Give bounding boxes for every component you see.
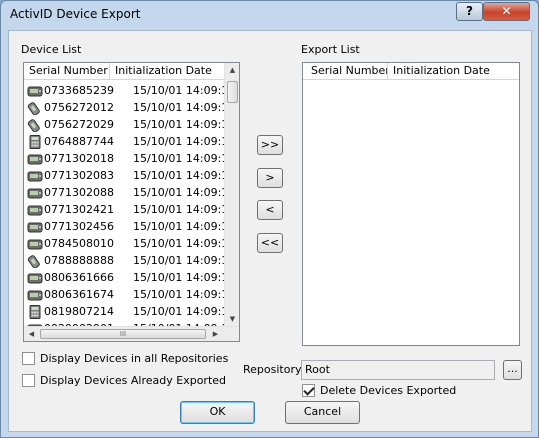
remove-all-button[interactable]: << (257, 233, 283, 253)
initialization-date-cell: 15/10/01 14:09:10 (133, 118, 236, 131)
export-list-header: Serial Number Initialization Date (303, 63, 519, 80)
calculator-token-icon (27, 304, 43, 319)
initialization-date-cell: 15/10/01 14:09:10 (133, 288, 236, 301)
initialization-date-cell: 15/10/01 14:09:10 (133, 84, 236, 97)
token-icon (27, 186, 43, 200)
initialization-date-cell: 15/10/01 14:09:10 (133, 237, 236, 250)
table-row[interactable]: 0756272029 15/10/01 14:09:10 (24, 116, 235, 133)
token-icon (27, 220, 43, 234)
initialization-date-cell: 15/10/01 14:09:10 (133, 186, 236, 199)
column-initialization-date[interactable]: Initialization Date (110, 63, 224, 80)
serial-number-cell: 0771302088 (44, 186, 114, 199)
table-row[interactable]: 0788888888 15/10/01 14:09:10 (24, 252, 235, 269)
column-serial-number[interactable]: Serial Number (24, 63, 110, 80)
serial-number-cell: 0806361674 (44, 288, 114, 301)
serial-number-cell: 0771302421 (44, 203, 114, 216)
token-icon (27, 288, 43, 302)
add-button[interactable]: > (257, 168, 283, 188)
remove-button[interactable]: < (257, 200, 283, 220)
serial-number-cell: 0784508010 (44, 237, 114, 250)
key-fob-icon (27, 118, 43, 132)
delete-exported-label: Delete Devices Exported (320, 384, 457, 397)
column-serial-number[interactable]: Serial Number (303, 63, 388, 80)
initialization-date-cell: 15/10/01 14:09:10 (133, 101, 236, 114)
device-list-label: Device List (21, 43, 82, 56)
table-row[interactable]: 0806361674 15/10/01 14:09:10 (24, 286, 235, 303)
add-all-button[interactable]: >> (257, 135, 283, 155)
initialization-date-cell: 15/10/01 14:09:10 (133, 203, 236, 216)
token-icon (27, 237, 43, 251)
serial-number-cell: 0819807214 (44, 305, 114, 318)
table-row[interactable]: 0771302083 15/10/01 14:09:10 (24, 167, 235, 184)
initialization-date-cell: 15/10/01 14:09:10 (133, 254, 236, 267)
token-icon (27, 169, 43, 183)
serial-number-cell: 0756272012 (44, 101, 114, 114)
cancel-button[interactable]: Cancel (285, 401, 360, 424)
help-button[interactable]: ? (456, 2, 483, 21)
dialog-client: Device List Serial Number Initialization… (8, 30, 532, 432)
serial-number-cell: 0771302456 (44, 220, 114, 233)
delete-exported-checkbox[interactable] (302, 384, 315, 397)
initialization-date-cell: 15/10/01 14:09:10 (133, 220, 236, 233)
key-fob-icon (27, 254, 43, 268)
hscroll-thumb[interactable]: III (40, 329, 206, 339)
close-button[interactable]: ✕ (483, 2, 530, 21)
device-list-hscrollbar[interactable]: ◀ III ▶ (24, 326, 239, 341)
table-row[interactable]: 0756272012 15/10/01 14:09:10 (24, 99, 235, 116)
device-list-vscrollbar[interactable]: ▲ ▼ (224, 63, 239, 327)
export-list-label: Export List (301, 43, 360, 56)
initialization-date-cell: 15/10/01 14:09:10 (133, 271, 236, 284)
scroll-right-arrow-icon[interactable]: ▶ (208, 327, 223, 341)
already-exported-checkbox[interactable] (22, 374, 35, 387)
window-title: ActivID Device Export (10, 7, 141, 21)
ok-button[interactable]: OK (180, 401, 255, 424)
vscroll-thumb[interactable] (227, 81, 238, 103)
serial-number-cell: 0764887744 (44, 135, 114, 148)
initialization-date-cell: 15/10/01 14:09:10 (133, 305, 236, 318)
browse-repository-button[interactable]: ... (503, 360, 522, 380)
device-list-header: Serial Number Initialization Date (24, 63, 224, 80)
serial-number-cell: 0756272029 (44, 118, 114, 131)
table-row[interactable]: 0771302088 15/10/01 14:09:10 (24, 184, 235, 201)
token-icon (27, 152, 43, 166)
serial-number-cell: 0788888888 (44, 254, 114, 267)
already-exported-label: Display Devices Already Exported (40, 374, 227, 387)
table-row[interactable]: 0771302421 15/10/01 14:09:10 (24, 201, 235, 218)
serial-number-cell: 0733685239 (44, 84, 114, 97)
column-initialization-date[interactable]: Initialization Date (388, 63, 519, 80)
serial-number-cell: 0806361666 (44, 271, 114, 284)
table-row[interactable]: 0764887744 15/10/01 14:09:10 (24, 133, 235, 150)
token-icon (27, 84, 43, 98)
initialization-date-cell: 15/10/01 14:09:10 (133, 135, 236, 148)
scroll-left-arrow-icon[interactable]: ◀ (24, 327, 39, 341)
table-row[interactable]: 0771302456 15/10/01 14:09:10 (24, 218, 235, 235)
table-row[interactable]: 0819807214 15/10/01 14:09:10 (24, 303, 235, 320)
table-row[interactable]: 0806361666 15/10/01 14:09:10 (24, 269, 235, 286)
title-bar[interactable]: ActivID Device Export ? ✕ (1, 1, 538, 29)
repository-label: Repository: (243, 363, 305, 376)
token-icon (27, 203, 43, 217)
table-row[interactable]: 0733685239 15/10/01 14:09:10 (24, 82, 235, 99)
serial-number-cell: 0771302083 (44, 169, 114, 182)
all-repositories-label: Display Devices in all Repositories (40, 352, 229, 365)
initialization-date-cell: 15/10/01 14:09:10 (133, 169, 236, 182)
table-row[interactable]: 0784508010 15/10/01 14:09:10 (24, 235, 235, 252)
initialization-date-cell: 15/10/01 14:09:10 (133, 152, 236, 165)
repository-field[interactable]: Root (301, 360, 495, 380)
calculator-token-icon (27, 134, 43, 149)
serial-number-cell: 0771302018 (44, 152, 114, 165)
device-list[interactable]: Serial Number Initialization Date 073368… (23, 62, 240, 342)
key-fob-icon (27, 101, 43, 115)
dialog-window: ActivID Device Export ? ✕ Device List Se… (0, 0, 539, 438)
export-list[interactable]: Serial Number Initialization Date (302, 62, 520, 346)
scroll-down-arrow-icon[interactable]: ▼ (225, 312, 239, 327)
table-row[interactable]: 0771302018 15/10/01 14:09:10 (24, 150, 235, 167)
token-icon (27, 271, 43, 285)
all-repositories-checkbox[interactable] (22, 352, 35, 365)
scroll-up-arrow-icon[interactable]: ▲ (225, 63, 239, 78)
